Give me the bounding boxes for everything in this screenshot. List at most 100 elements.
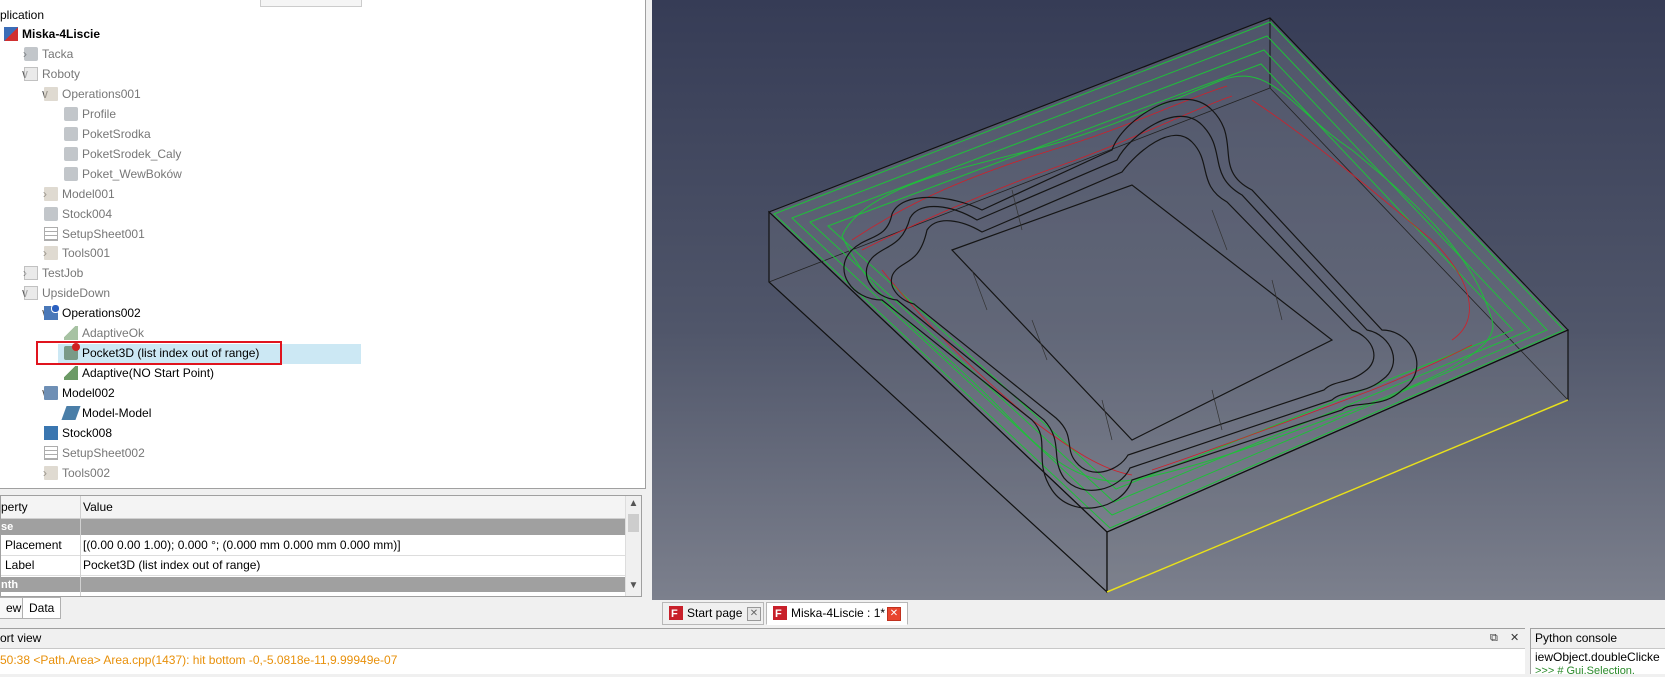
- tab-start-page[interactable]: F Start page ✕: [662, 602, 764, 625]
- tree-header-tab[interactable]: [260, 0, 362, 7]
- python-console[interactable]: Python console iewObject.doubleClicke >>…: [1530, 628, 1665, 677]
- tree-item-label: Profile: [82, 106, 117, 121]
- property-row-label[interactable]: Label Pocket3D (list index out of range): [1, 556, 625, 576]
- scroll-up-icon[interactable]: ▲: [626, 498, 641, 509]
- close-icon[interactable]: ✕: [887, 607, 901, 621]
- tree-item-label: Poket_WewBoków: [82, 166, 182, 181]
- adaptive-icon: [64, 366, 78, 381]
- tree-item[interactable]: ∨Model002: [0, 383, 645, 403]
- tree-item-label: Tools001: [62, 246, 111, 261]
- tree-item-label: Tacka: [42, 46, 74, 61]
- document-tabbar: F Start page ✕ F Miska-4Liscie : 1* ✕: [652, 600, 1665, 626]
- property-row-placement[interactable]: Placement [(0.00 0.00 1.00); 0.000 °; (0…: [1, 536, 625, 556]
- folder-icon: [44, 86, 58, 101]
- tree-item[interactable]: ›Model001: [0, 184, 645, 204]
- tab-label: Start page: [687, 606, 743, 620]
- python-console-titlebar: Python console: [1531, 629, 1665, 649]
- tree-item[interactable]: ›Tools002: [0, 463, 645, 483]
- property-name: Placement: [5, 538, 62, 552]
- report-view-titlebar: ort view ⧉ ✕: [0, 629, 1525, 649]
- scroll-thumb[interactable]: [628, 514, 639, 532]
- pocket-icon: [64, 126, 78, 141]
- property-column-header: perty: [1, 500, 28, 514]
- property-value[interactable]: [(0.00 0.00 1.00); 0.000 °; (0.000 mm 0.…: [83, 536, 401, 555]
- tree-item-label: SetupSheet002: [62, 445, 145, 460]
- tree-item-label: Adaptive(NO Start Point): [82, 366, 215, 381]
- setupsheet-icon: [44, 445, 58, 460]
- 3d-viewport[interactable]: [652, 0, 1665, 600]
- tree-item[interactable]: Stock008: [0, 423, 645, 443]
- tree-item[interactable]: ∨Roboty: [0, 64, 645, 84]
- scroll-down-icon[interactable]: ▼: [626, 580, 641, 591]
- tree-item[interactable]: PoketSrodek_Caly: [0, 144, 645, 164]
- report-message: 50:38 <Path.Area> Area.cpp(1437): hit bo…: [0, 653, 398, 667]
- property-group-label: se: [1, 521, 14, 533]
- tree-item[interactable]: PoketSrodka: [0, 124, 645, 144]
- float-icon[interactable]: ⧉: [1490, 629, 1498, 648]
- document-icon: [4, 27, 18, 41]
- tree-item-label: PoketSrodek_Caly: [82, 146, 182, 161]
- tree-item-label: Model001: [62, 186, 115, 201]
- tree-item[interactable]: ›TestJob: [0, 263, 645, 283]
- tree-item-label: Roboty: [42, 66, 81, 81]
- freecad-logo-icon: F: [669, 606, 683, 620]
- tree-section-label: plication: [0, 8, 45, 22]
- property-group-partial[interactable]: nth: [1, 577, 625, 592]
- property-header: perty Value: [1, 496, 625, 519]
- folder-blue-icon: [44, 386, 58, 401]
- tree-item-label: TestJob: [42, 266, 84, 281]
- tree-item[interactable]: Miska-4Liscie: [0, 24, 645, 44]
- folder-icon: [44, 465, 58, 480]
- tree-item-label: SetupSheet001: [62, 226, 145, 241]
- tree-item-label: PoketSrodka: [82, 126, 151, 141]
- model-tree-panel[interactable]: plication Miska-4Liscie›Tacka∨Roboty∨Ope…: [0, 0, 646, 489]
- tree-item[interactable]: SetupSheet001: [0, 224, 645, 244]
- job-icon: [24, 66, 38, 81]
- tab-data[interactable]: Data: [22, 597, 62, 619]
- report-view[interactable]: ort view ⧉ ✕ 50:38 <Path.Area> Area.cpp(…: [0, 628, 1525, 674]
- report-view-title: ort view: [0, 631, 42, 645]
- tree-item[interactable]: SetupSheet002: [0, 443, 645, 463]
- tab-label: Miska-4Liscie : 1*: [791, 606, 886, 620]
- annotation-highlight-box: [36, 341, 282, 365]
- folder-icon: [44, 246, 58, 261]
- tree-item-label: Stock004: [62, 206, 113, 221]
- profile-icon: [64, 106, 78, 121]
- tree-item[interactable]: ›Tools001: [0, 243, 645, 263]
- property-scrollbar[interactable]: ▲ ▼: [625, 496, 641, 596]
- column-divider: [80, 496, 81, 596]
- tree-item[interactable]: ∨UpsideDown: [0, 283, 645, 303]
- console-line: iewObject.doubleClicke: [1535, 650, 1660, 664]
- freecad-logo-icon: F: [773, 606, 787, 620]
- tree-item-label: Model-Model: [82, 406, 152, 421]
- tree-item[interactable]: Poket_WewBoków: [0, 164, 645, 184]
- tree-item[interactable]: ›Tacka: [0, 44, 645, 64]
- svg-text:F: F: [671, 608, 678, 620]
- tree-item[interactable]: ∨Operations002: [0, 303, 645, 323]
- pocket-icon: [64, 166, 78, 181]
- close-icon[interactable]: ✕: [1510, 629, 1519, 648]
- value-column-header: Value: [83, 500, 113, 514]
- adaptive-icon: [64, 326, 78, 341]
- tree-item[interactable]: ∨Operations001: [0, 84, 645, 104]
- property-group-label: nth: [1, 579, 19, 591]
- tree-item[interactable]: Model-Model: [0, 403, 645, 423]
- property-group-base[interactable]: se: [1, 519, 625, 535]
- tree-item-label: Operations001: [62, 86, 141, 101]
- tree-item-label: Model002: [62, 386, 115, 401]
- model-icon: [61, 406, 81, 421]
- tree-item-label: Stock008: [62, 426, 113, 440]
- property-value[interactable]: Pocket3D (list index out of range): [83, 556, 260, 575]
- tree-item[interactable]: Adaptive(NO Start Point): [0, 363, 645, 383]
- stock-icon: [44, 206, 58, 221]
- tree-item[interactable]: Stock004: [0, 204, 645, 224]
- property-name: Label: [5, 558, 35, 572]
- close-icon[interactable]: ✕: [747, 607, 761, 621]
- 3d-model-render: [767, 17, 1570, 594]
- tree-item-label: Operations002: [62, 306, 141, 321]
- tree-item[interactable]: Profile: [0, 104, 645, 124]
- tab-miska-document[interactable]: F Miska-4Liscie : 1* ✕: [766, 602, 908, 625]
- folder-icon: [44, 186, 58, 201]
- console-line: >>> # Gui.Selection.: [1535, 665, 1635, 677]
- property-editor[interactable]: perty Value se Placement [(0.00 0.00 1.0…: [0, 495, 642, 597]
